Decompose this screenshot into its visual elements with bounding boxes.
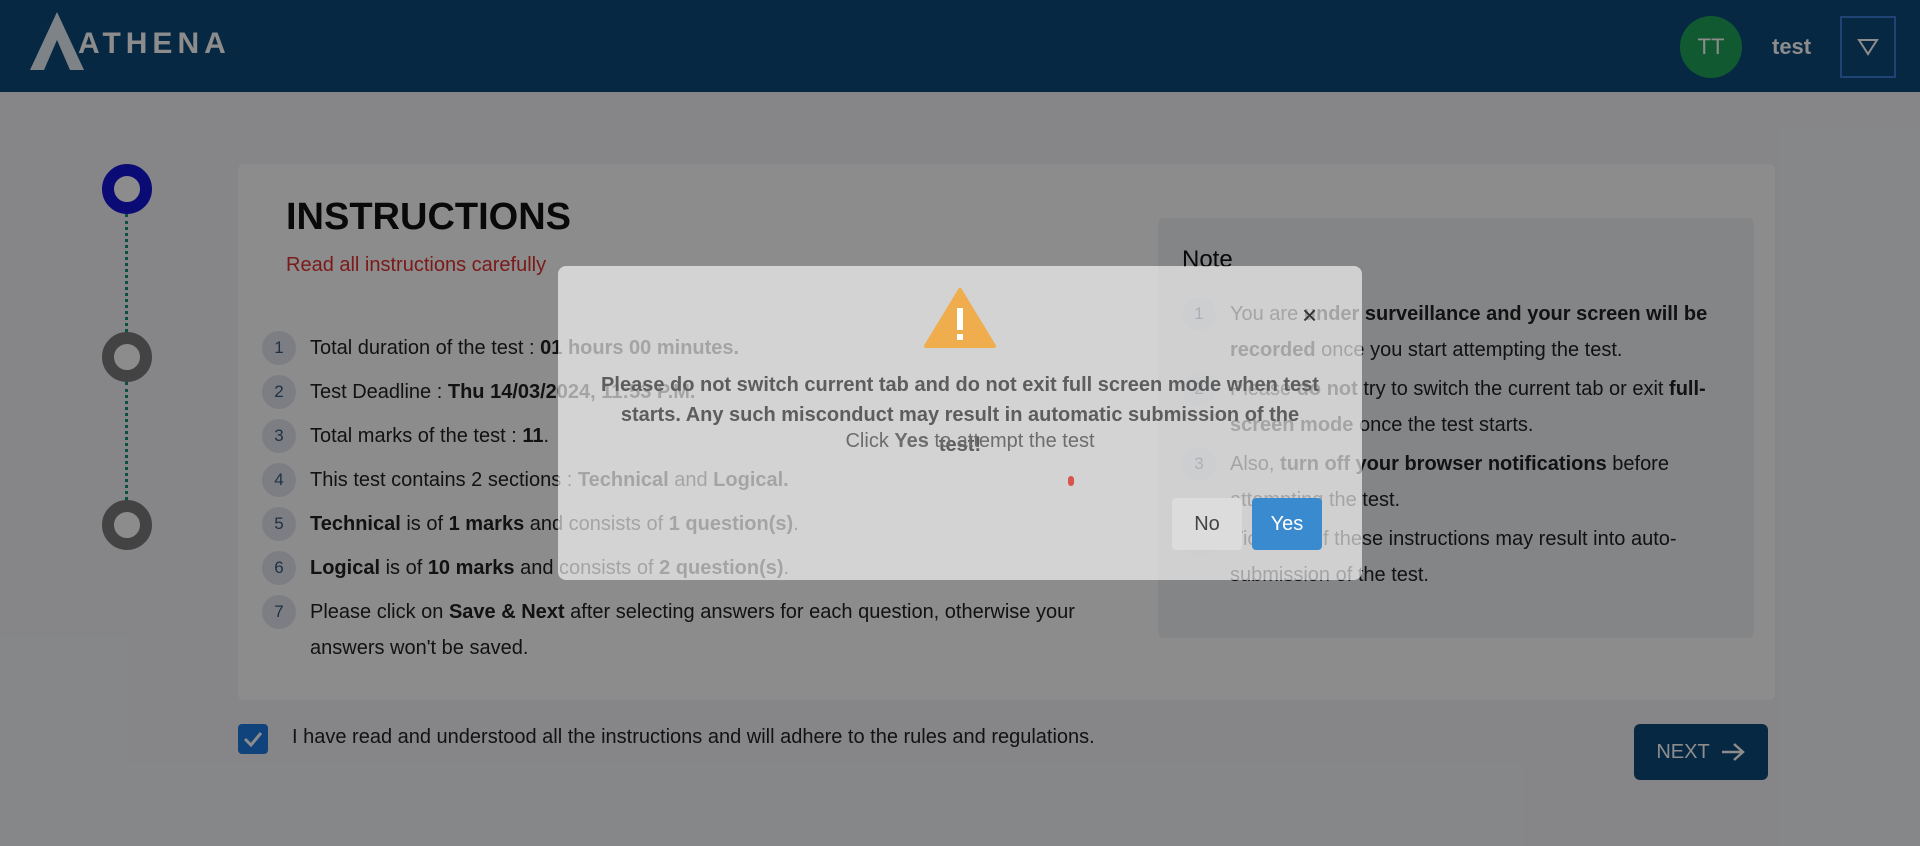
yes-button[interactable]: Yes xyxy=(1252,498,1322,550)
modal-prompt-bold: Yes xyxy=(894,430,929,452)
loading-indicator xyxy=(1068,476,1074,486)
modal-prompt-suffix: to attempt the test xyxy=(928,430,1095,452)
modal-prompt: Click Yes to attempt the test xyxy=(760,430,1180,453)
close-icon[interactable]: × xyxy=(1302,300,1317,331)
warning-icon xyxy=(924,288,996,348)
modal-prompt-prefix: Click xyxy=(845,430,895,452)
no-button[interactable]: No xyxy=(1172,498,1242,550)
